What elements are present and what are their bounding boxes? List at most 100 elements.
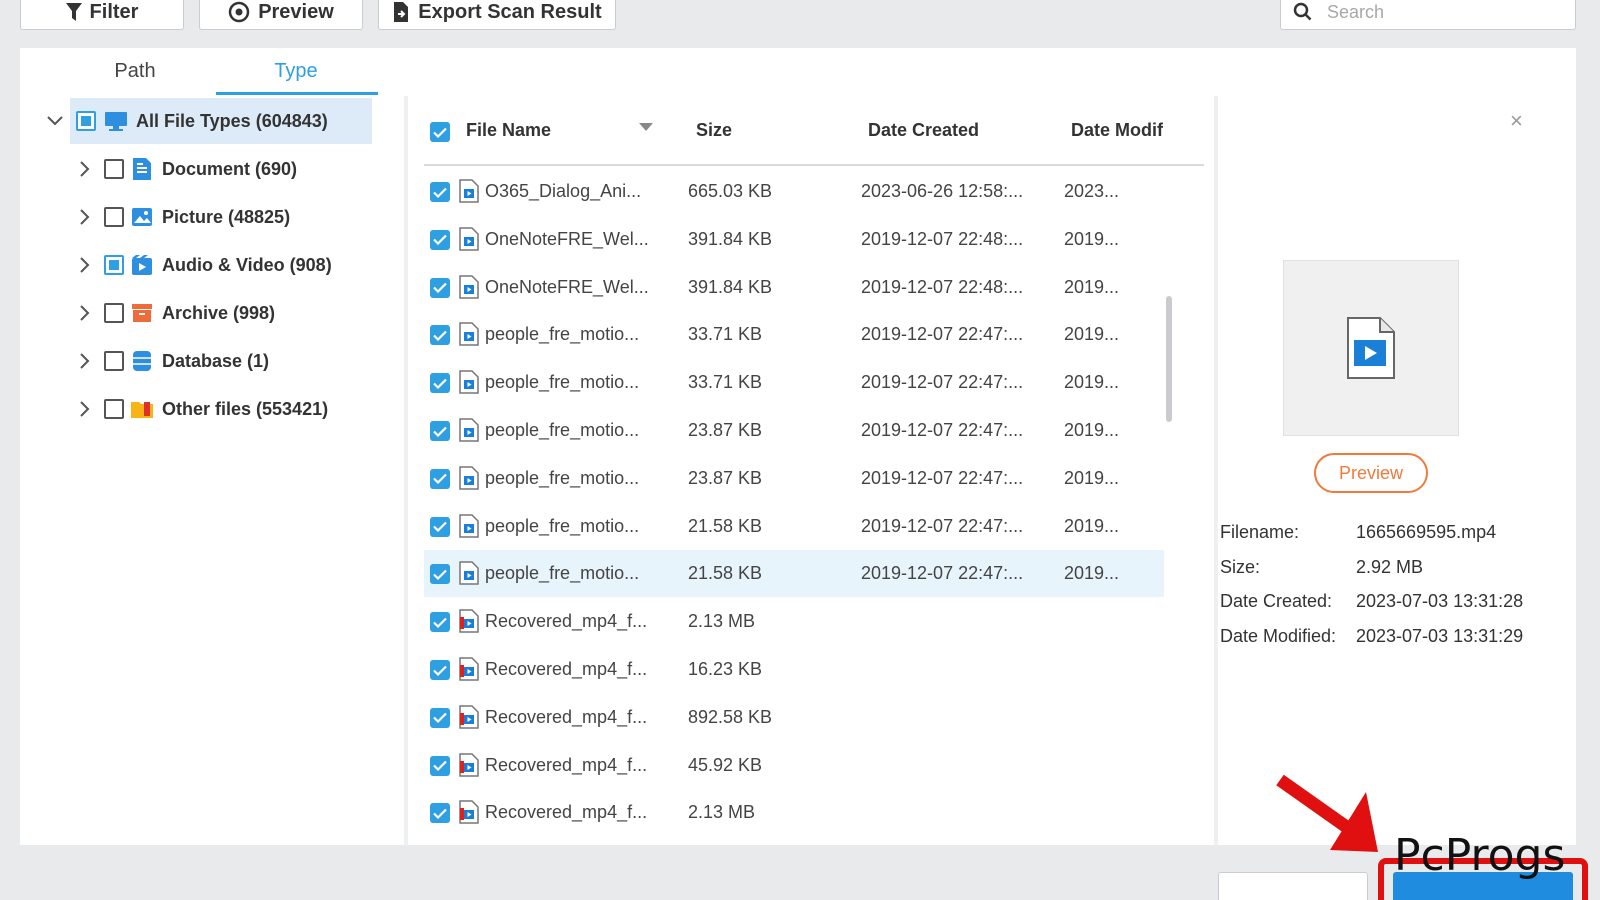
row-checkbox[interactable]	[430, 468, 450, 489]
filter-button[interactable]: Filter	[20, 0, 184, 30]
row-checkbox[interactable]	[430, 516, 450, 537]
table-row[interactable]: people_fre_motio... 23.87 KB 2019-12-07 22…	[424, 455, 1164, 502]
table-row[interactable]: people_fre_motio... 21.58 KB 2019-12-07 22…	[424, 550, 1164, 598]
row-checkbox[interactable]	[430, 277, 450, 298]
video-file-icon	[459, 274, 479, 299]
cell-size: 33.71 KB	[688, 324, 763, 345]
cell-date-created: 2019-12-07 22:47:...	[861, 324, 1024, 345]
view-tabs: Path Type	[20, 48, 400, 96]
tree-item-checkbox[interactable]	[104, 303, 124, 323]
recovered-video-file-icon	[459, 752, 479, 777]
tab-path[interactable]: Path	[55, 60, 215, 83]
col-header-date-created[interactable]: Date Created	[868, 120, 979, 141]
cell-date-modified: 2019...	[1064, 372, 1120, 393]
preview-toolbar-button[interactable]: Preview	[199, 0, 363, 30]
chevron-right-icon[interactable]	[74, 302, 96, 324]
tree-root-label: All File Types (604843)	[136, 110, 328, 131]
row-checkbox[interactable]	[430, 229, 450, 250]
pane-divider-left[interactable]	[404, 96, 408, 845]
table-row[interactable]: people_fre_motio... 33.71 KB 2019-12-07 22…	[424, 311, 1164, 358]
tree-root-all-file-types[interactable]: All File Types (604843)	[47, 98, 372, 144]
active-tab-indicator	[216, 92, 378, 95]
col-header-file-name[interactable]: File Name	[466, 120, 551, 141]
tree-item-document[interactable]: Document (690)	[74, 146, 297, 192]
table-row[interactable]: people_fre_motio... 23.87 KB 2019-12-07 22…	[424, 407, 1164, 454]
row-checkbox[interactable]	[430, 564, 450, 585]
table-row[interactable]: Recovered_mp4_f... 892.58 KB	[424, 694, 1164, 741]
row-checkbox[interactable]	[430, 707, 450, 728]
tree-item-checkbox[interactable]	[104, 399, 124, 419]
tree-item-checkbox[interactable]	[104, 207, 124, 227]
tree-item-audio-video[interactable]: Audio & Video (908)	[74, 242, 332, 288]
cell-file-name: people_fre_motio...	[485, 467, 640, 488]
chevron-right-icon[interactable]	[74, 350, 96, 372]
row-checkbox[interactable]	[430, 182, 450, 202]
tree-item-checkbox[interactable]	[104, 255, 124, 275]
table-row[interactable]: Recovered_mp4_f... 2.13 MB	[424, 598, 1164, 645]
sort-caret-down-icon[interactable]	[639, 123, 653, 131]
watermark: PcProgs	[1394, 830, 1566, 881]
row-checkbox[interactable]	[430, 373, 450, 394]
table-row[interactable]: people_fre_motio... 21.58 KB 2019-12-07 22…	[424, 503, 1164, 550]
cell-file-name: people_fre_motio...	[485, 324, 640, 345]
row-checkbox[interactable]	[430, 612, 450, 633]
row-checkbox[interactable]	[430, 755, 450, 776]
table-row[interactable]: people_fre_motio... 33.71 KB 2019-12-07 22…	[424, 359, 1164, 406]
video-file-icon	[459, 466, 479, 490]
select-all-checkbox[interactable]	[430, 122, 450, 142]
table-row[interactable]: Recovered_mp4_f... 2.13 MB	[424, 789, 1164, 836]
video-file-icon	[459, 513, 479, 538]
table-row[interactable]: Recovered_mp4_f... 45.92 KB	[424, 742, 1164, 789]
cell-date-modified: 2019...	[1064, 324, 1120, 345]
close-preview-button[interactable]: ×	[1510, 108, 1523, 134]
table-row[interactable]: OneNoteFRE_Wel... 391.84 KB 2019-12-07 22:…	[424, 216, 1164, 263]
row-checkbox[interactable]	[430, 325, 450, 346]
row-checkbox[interactable]	[430, 803, 450, 824]
bottom-secondary-button[interactable]	[1218, 872, 1368, 900]
export-label: Export Scan Result	[418, 0, 602, 23]
chevron-right-icon[interactable]	[74, 206, 96, 228]
table-row[interactable]: Recovered_mp4_f... 16.23 KB	[424, 646, 1164, 693]
search-box[interactable]	[1280, 0, 1576, 30]
table-row[interactable]: O365_Dialog_Ani... 665.03 KB 2023-06-26 12…	[424, 168, 1164, 215]
tree-item-label: Database (1)	[162, 350, 270, 371]
tree-item-picture[interactable]: Picture (48825)	[74, 194, 290, 240]
row-checkbox[interactable]	[430, 421, 450, 441]
tree-item-checkbox[interactable]	[104, 159, 124, 179]
eye-icon	[228, 1, 250, 23]
tree-item-database[interactable]: Database (1)	[74, 338, 269, 384]
recovered-video-file-icon	[459, 657, 479, 681]
cell-size: 23.87 KB	[688, 467, 763, 488]
video-file-icon	[459, 322, 479, 347]
table-row[interactable]: OneNoteFRE_Wel... 391.84 KB 2019-12-07 22:…	[424, 264, 1164, 311]
search-input[interactable]	[1327, 1, 1547, 23]
cell-file-name: OneNoteFRE_Wel...	[485, 276, 649, 297]
recovered-video-file-icon	[459, 705, 479, 729]
export-scan-result-button[interactable]: Export Scan Result	[378, 0, 616, 30]
video-file-icon	[459, 561, 479, 586]
cell-file-name: people_fre_motio...	[485, 515, 640, 536]
cell-date-created: 2019-12-07 22:47:...	[861, 467, 1024, 488]
table-scrollbar[interactable]	[1166, 296, 1172, 422]
cell-size: 21.58 KB	[688, 563, 763, 584]
tab-type[interactable]: Type	[216, 60, 376, 83]
cell-date-created: 2019-12-07 22:47:...	[861, 515, 1024, 536]
row-checkbox[interactable]	[430, 660, 450, 680]
pane-divider-right[interactable]	[1214, 96, 1218, 845]
chevron-right-icon[interactable]	[74, 254, 96, 276]
picture-icon	[130, 205, 154, 229]
chevron-down-icon[interactable]	[44, 110, 66, 132]
chevron-right-icon[interactable]	[74, 398, 96, 420]
tree-root-checkbox[interactable]	[76, 111, 96, 131]
col-header-date-modified[interactable]: Date Modif	[1071, 120, 1163, 141]
filter-label: Filter	[89, 0, 139, 23]
preview-toolbar-label: Preview	[258, 0, 334, 23]
tree-item-checkbox[interactable]	[104, 351, 124, 371]
tree-item-other-files[interactable]: Other files (553421)	[74, 386, 328, 432]
search-icon	[1293, 2, 1312, 21]
chevron-right-icon[interactable]	[74, 158, 96, 180]
preview-button[interactable]: Preview	[1314, 453, 1428, 493]
col-header-size[interactable]: Size	[696, 120, 732, 141]
tree-item-archive[interactable]: Archive (998)	[74, 290, 275, 336]
computer-icon	[104, 109, 128, 133]
